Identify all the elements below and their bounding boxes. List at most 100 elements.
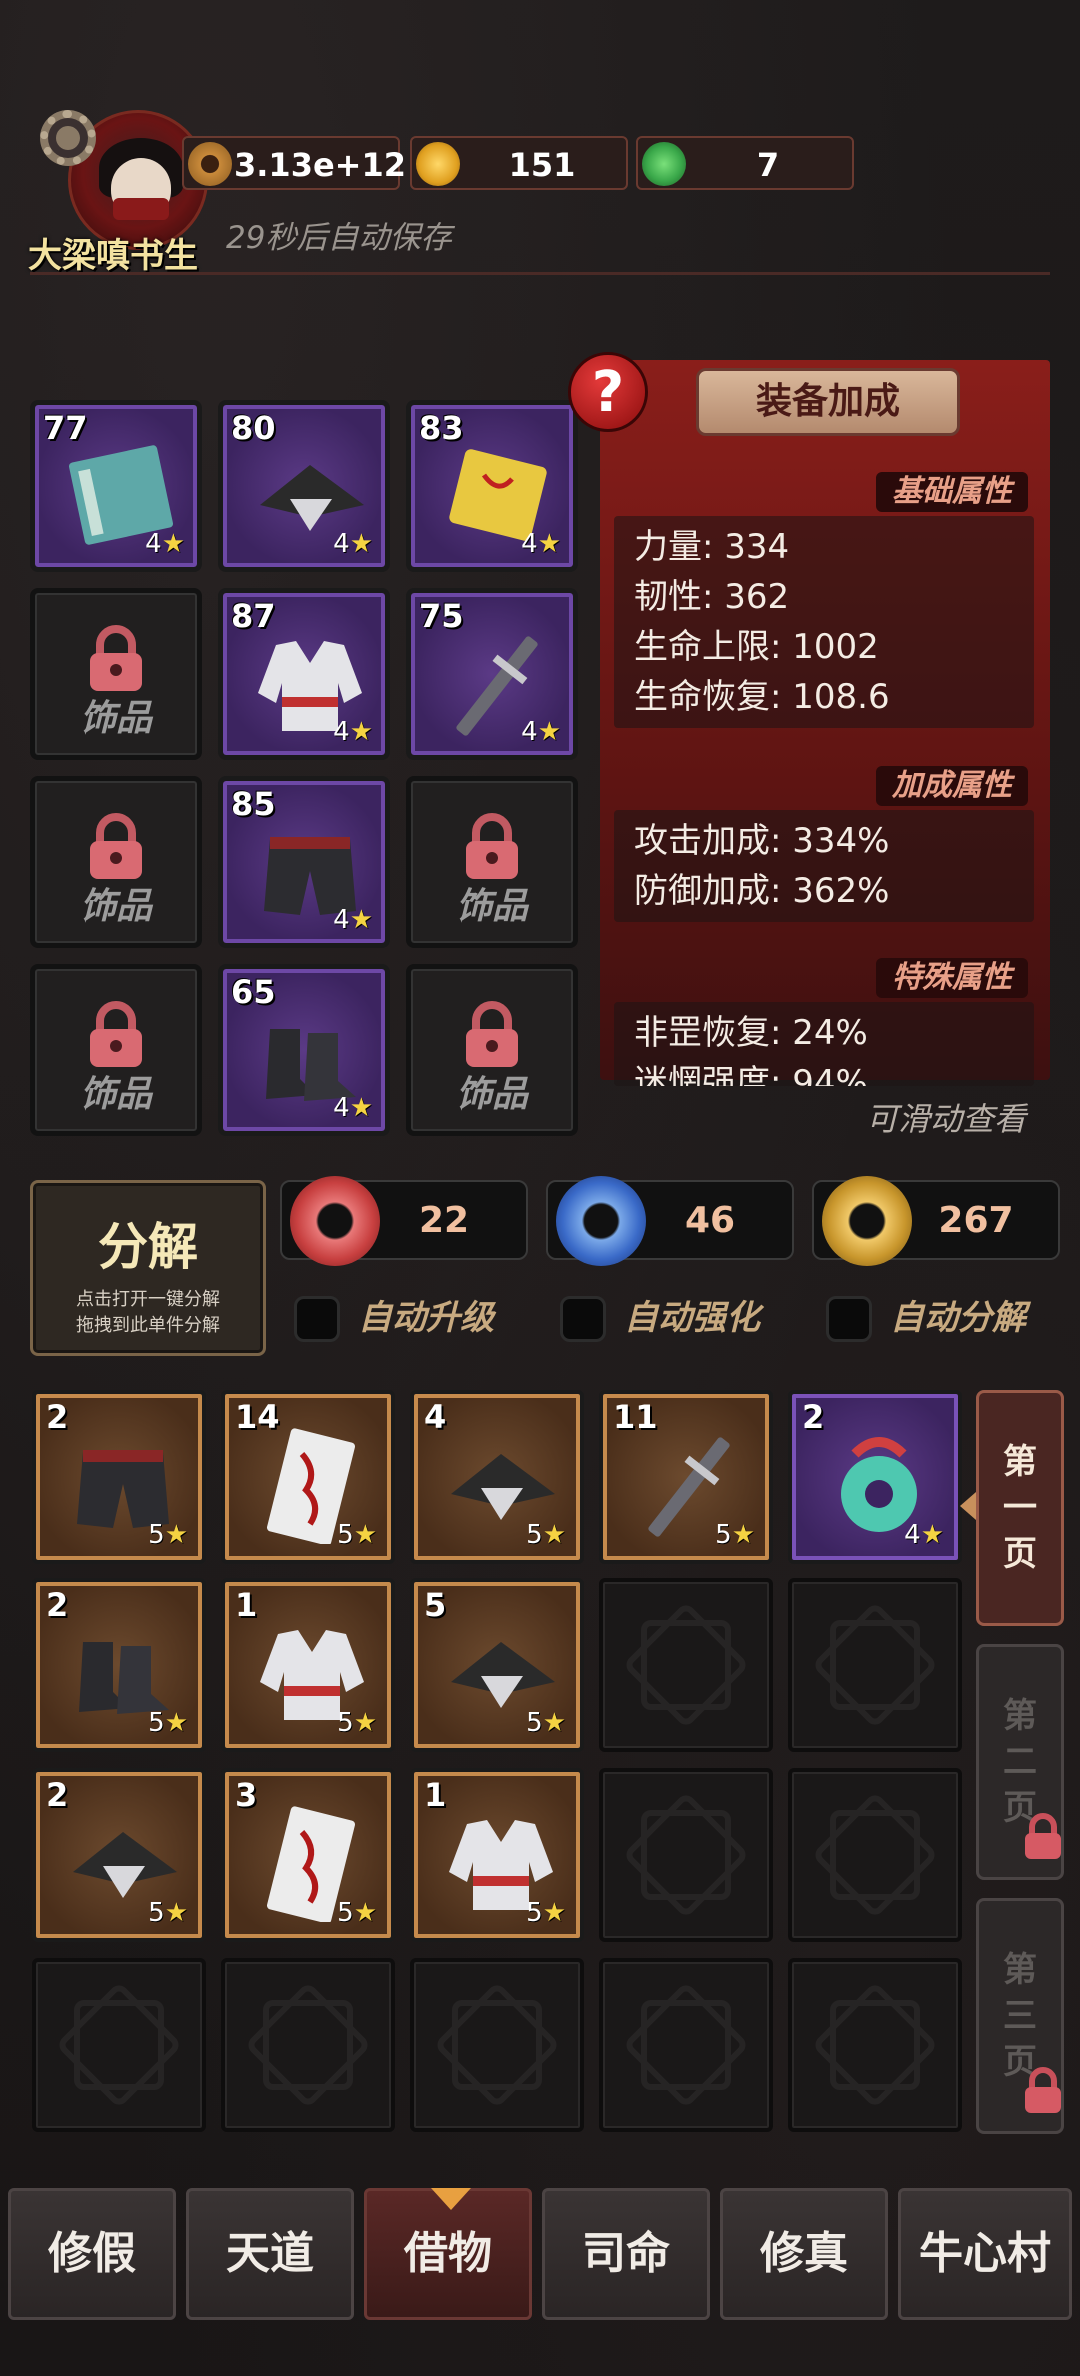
- decompose-hint: 点击打开一键分解: [76, 1289, 220, 1310]
- inventory-slot-empty: [788, 1578, 962, 1752]
- slot-label: 饰品: [455, 886, 528, 927]
- equipment-slot-locked[interactable]: 饰品: [30, 588, 202, 760]
- item-level: 77: [43, 409, 88, 447]
- lock-icon: [466, 1001, 518, 1067]
- item-stars: 4★: [145, 529, 185, 559]
- currency-jade[interactable]: 7: [636, 136, 854, 190]
- resource-value: 22: [418, 1200, 470, 1241]
- stat-line: 迷惘强度: 94%: [634, 1063, 868, 1086]
- item-stars: 5★: [715, 1520, 755, 1550]
- inventory-item[interactable]: 11 5★: [599, 1390, 773, 1564]
- equipment-slot-locked[interactable]: 饰品: [406, 964, 578, 1136]
- equipment-bonus-button[interactable]: 装备加成: [696, 368, 960, 436]
- empty-slot-icon: [641, 1620, 731, 1710]
- copper-coin-icon: [188, 142, 232, 186]
- player-name: 大梁嗔书生: [28, 236, 198, 276]
- item-stars: 4★: [333, 529, 373, 559]
- checkbox[interactable]: [826, 1296, 872, 1342]
- empty-slot-icon: [641, 2000, 731, 2090]
- frame-divider: [30, 272, 1050, 275]
- item-count: 2: [46, 1776, 69, 1814]
- inventory-item[interactable]: 2 4★: [788, 1390, 962, 1564]
- resource-blue: 46: [546, 1176, 794, 1266]
- inventory-item[interactable]: 2 5★: [32, 1578, 206, 1752]
- equipment-slot[interactable]: 80 4★: [218, 400, 390, 572]
- page-tab-2[interactable]: 第 二 页: [976, 1644, 1064, 1880]
- page-tab-3[interactable]: 第 三 页: [976, 1898, 1064, 2134]
- currency-value: 151: [508, 146, 576, 184]
- special-stats-block[interactable]: 非罡恢复: 24% 迷惘强度: 94%: [614, 1002, 1034, 1086]
- item-count: 2: [46, 1398, 69, 1436]
- inventory-item[interactable]: 5 5★: [410, 1578, 584, 1752]
- item-count: 2: [802, 1398, 825, 1436]
- stat-line: 韧性: 362: [634, 577, 790, 617]
- item-count: 4: [424, 1398, 447, 1436]
- empty-slot-icon: [830, 1620, 920, 1710]
- nav-xiujia[interactable]: 修假: [8, 2188, 176, 2320]
- item-stars: 4★: [904, 1520, 944, 1550]
- nav-niuxincun[interactable]: 牛心村: [898, 2188, 1072, 2320]
- auto-enhance-toggle[interactable]: 自动强化: [560, 1290, 790, 1346]
- gold-ring-icon: [822, 1176, 912, 1266]
- equipment-slot[interactable]: 83 4★: [406, 400, 578, 572]
- item-count: 1: [235, 1586, 258, 1624]
- item-stars: 4★: [333, 717, 373, 747]
- equipment-slot-locked[interactable]: 饰品: [30, 964, 202, 1136]
- decompose-button[interactable]: 分解 点击打开一键分解 拖拽到此单件分解: [30, 1180, 266, 1356]
- page-tab-1[interactable]: 第 一 页: [976, 1390, 1064, 1626]
- page-tab-label: 第: [1003, 1950, 1037, 1990]
- inventory-item[interactable]: 2 5★: [32, 1768, 206, 1942]
- empty-slot-icon: [830, 1810, 920, 1900]
- item-stars: 5★: [148, 1898, 188, 1928]
- inventory-slot-empty: [599, 1768, 773, 1942]
- stat-line: 非罡恢复: 24%: [634, 1013, 868, 1053]
- nav-tiandao[interactable]: 天道: [186, 2188, 354, 2320]
- currency-gold[interactable]: 151: [410, 136, 628, 190]
- item-stars: 5★: [148, 1708, 188, 1738]
- equipment-slot[interactable]: 85 4★: [218, 776, 390, 948]
- item-level: 83: [419, 409, 464, 447]
- page-tab-label: 页: [1003, 1534, 1037, 1574]
- nav-xiuzhen[interactable]: 修真: [720, 2188, 888, 2320]
- basic-stats-block: 力量: 334 韧性: 362 生命上限: 1002 生命恢复: 108.6: [614, 516, 1034, 728]
- empty-slot-icon: [452, 2000, 542, 2090]
- equipment-slot[interactable]: 65 4★: [218, 964, 390, 1136]
- checkbox[interactable]: [294, 1296, 340, 1342]
- toggle-label: 自动分解: [890, 1298, 1026, 1338]
- item-stars: 4★: [521, 717, 561, 747]
- blue-ring-icon: [556, 1176, 646, 1266]
- inventory-item[interactable]: 14 5★: [221, 1390, 395, 1564]
- settings-gear-icon[interactable]: [40, 110, 96, 166]
- equipment-slot[interactable]: 75 4★: [406, 588, 578, 760]
- currency-copper[interactable]: 3.13e+12: [182, 136, 406, 190]
- inventory-item[interactable]: 3 5★: [221, 1768, 395, 1942]
- help-button[interactable]: ?: [568, 352, 648, 432]
- empty-slot-icon: [641, 1810, 731, 1900]
- checkbox[interactable]: [560, 1296, 606, 1342]
- auto-upgrade-toggle[interactable]: 自动升级: [294, 1290, 524, 1346]
- inventory-item[interactable]: 1 5★: [221, 1578, 395, 1752]
- item-count: 1: [424, 1776, 447, 1814]
- equipment-slot[interactable]: 77 4★: [30, 400, 202, 572]
- item-stars: 5★: [337, 1708, 377, 1738]
- empty-slot-icon: [74, 2000, 164, 2090]
- nav-siming[interactable]: 司命: [542, 2188, 710, 2320]
- inventory-item[interactable]: 2 5★: [32, 1390, 206, 1564]
- equipment-slot[interactable]: 87 4★: [218, 588, 390, 760]
- inventory-item[interactable]: 1 5★: [410, 1768, 584, 1942]
- item-count: 3: [235, 1776, 258, 1814]
- item-count: 11: [613, 1398, 658, 1436]
- item-level: 65: [231, 973, 276, 1011]
- inventory-item[interactable]: 4 5★: [410, 1390, 584, 1564]
- item-stars: 5★: [526, 1898, 566, 1928]
- item-stars: 4★: [333, 905, 373, 935]
- item-count: 5: [424, 1586, 447, 1624]
- scroll-hint: 可滑动查看: [865, 1100, 1026, 1138]
- auto-decompose-toggle[interactable]: 自动分解: [826, 1290, 1056, 1346]
- item-level: 85: [231, 785, 276, 823]
- stat-line: 生命上限: 1002: [634, 627, 879, 667]
- equipment-slot-locked[interactable]: 饰品: [406, 776, 578, 948]
- slot-label: 饰品: [455, 1074, 528, 1115]
- active-nav-indicator-icon: [431, 2188, 471, 2210]
- equipment-slot-locked[interactable]: 饰品: [30, 776, 202, 948]
